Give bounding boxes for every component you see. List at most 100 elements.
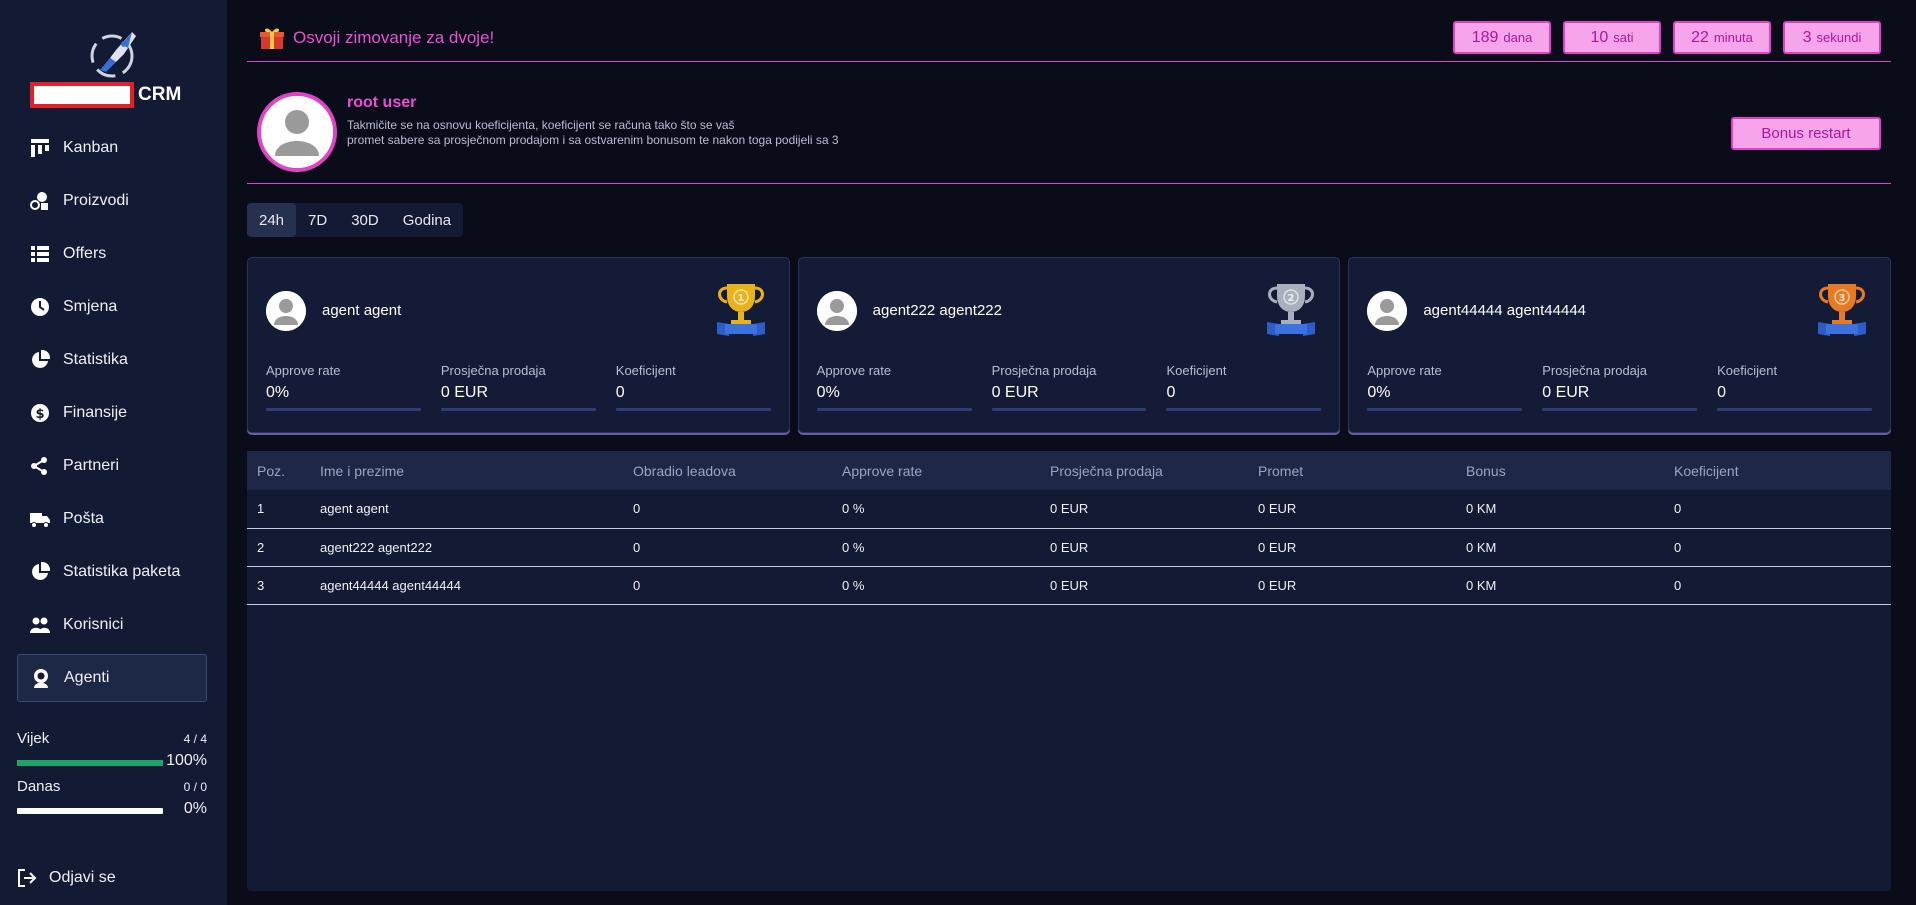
stat-underline [1717,408,1873,411]
sidebar-item-label: Offers [63,245,107,262]
stat-label: Prosječna prodaja [440,363,546,378]
podium-card: agent222 agent222 2 Approve rate 0% Pros… [797,257,1341,433]
table-cell: 0 % [832,528,1040,567]
table-cell: 0 EUR [1040,566,1248,605]
sidebar-item-statistika-paketa[interactable]: Statistika paketa [17,548,207,596]
sidebar-item-finansije[interactable]: $ Finansije [17,389,207,437]
trophy-rank: 2 [1288,293,1295,304]
column-header[interactable]: Koeficijent [1664,451,1891,490]
sidebar-item-statistika[interactable]: Statistika [17,336,207,384]
kanban-icon [29,137,51,159]
user-header: root user Takmičite se na osnovu koefici… [247,62,1891,184]
main-content: Osvoji zimovanje za dvoje! 189 dana 10 sat… [247,0,1892,905]
tab-7d[interactable]: 7D [296,203,339,237]
stat-label: Prosječna prodaja [991,363,1097,378]
progress-percent: 100% [166,752,207,769]
avatar [1367,291,1408,331]
sidebar-item-smjena[interactable]: Smjena [17,283,207,331]
column-header[interactable]: Bonus [1456,451,1664,490]
sidebar-item-label: Statistika paketa [63,563,181,580]
progress-percent: 0% [183,800,207,817]
products-icon [29,190,51,212]
stat-block: Koeficijent 0 [1166,363,1322,411]
table-cell: 0 % [832,490,1040,529]
table-row[interactable]: 2 agent222 agent222 0 0 % 0 EUR 0 EUR 0 KM 0 [247,528,1891,567]
brand-logo[interactable]: CRM [28,28,188,110]
podium-cards: agent agent 1 Approve rate 0% Prosječna … [247,257,1892,433]
sidebar-item-proizvodi[interactable]: Proizvodi [17,177,207,225]
stat-underline [615,408,771,411]
avatar [816,291,857,331]
sidebar-item-label: Agenti [64,669,110,686]
agent-stats: Approve rate 0% Prosječna prodaja 0 EUR … [1367,363,1873,411]
stat-underline [440,408,596,411]
column-header[interactable]: Obradio leadova [623,451,832,490]
table-row[interactable]: 3 agent44444 agent44444 0 0 % 0 EUR 0 EUR 0 KM… [247,566,1891,605]
sidebar-item-partneri[interactable]: Partneri [17,442,207,490]
stat-underline [991,408,1147,411]
stat-label: Approve rate [816,363,892,378]
topbar: Osvoji zimovanje za dvoje! 189 dana 10 sat… [247,0,1891,62]
stat-value: 0 EUR [1542,384,1590,401]
column-header[interactable]: Ime i prezime [310,451,623,490]
table-cell: 0 [1664,490,1891,529]
column-header[interactable]: Approve rate [832,451,1040,490]
stat-value: 0 [1166,384,1176,401]
table-cell: agent agent [310,490,623,529]
column-header[interactable]: Prosječna prodaja [1040,451,1248,490]
user-avatar-icon [266,291,306,331]
sidebar-item-label: Pošta [63,510,104,527]
stat-block: Koeficijent 0 [1717,363,1873,411]
dollar-icon: $ [29,402,51,424]
table-cell: agent222 agent222 [310,528,623,567]
sidebar-item-label: Proizvodi [63,192,129,209]
brand-suffix: CRM [138,84,182,105]
countdown-unit: sekundi [1816,30,1862,45]
sidebar-nav: Kanban Proizvodi Offers Smjena Statistik… [17,124,207,707]
countdown-seconds: 3 sekundi [1783,21,1881,54]
sidebar-item-agenti[interactable]: Agenti [17,654,207,702]
stat-block: Approve rate 0% [266,363,421,411]
countdown-unit: minuta [1713,30,1753,45]
tab-godina[interactable]: Godina [391,203,463,237]
trophy-rank: 1 [737,293,744,304]
countdown-unit: dana [1503,30,1533,45]
stat-label: Approve rate [1367,363,1442,378]
stat-label: Approve rate [266,363,341,378]
trophy-icon: 1 [716,284,765,336]
table-cell: 0 [1664,566,1891,605]
countdown-hours: 10 sati [1563,21,1661,54]
agent-name: agent222 agent222 [872,302,1002,319]
gift-icon [260,28,284,49]
sidebar-item-kanban[interactable]: Kanban [17,124,207,172]
period-tabs: 24h 7D 30D Godina [247,203,464,237]
column-header[interactable]: Promet [1248,451,1456,490]
table-cell: 0 % [832,566,1040,605]
bonus-restart-button[interactable]: Bonus restart [1731,117,1881,150]
sidebar-item-korisnici[interactable]: Korisnici [17,601,207,649]
podium-card: agent agent 1 Approve rate 0% Prosječna … [247,257,790,433]
lifetime-progress: Vijek 4 / 4 100% [17,730,207,769]
stat-value: 0 EUR [991,384,1039,401]
sidebar-item-offers[interactable]: Offers [17,230,207,278]
avatar[interactable] [257,92,337,172]
tab-30d[interactable]: 30D [339,203,391,237]
progress-count: 0 / 0 [183,780,207,794]
table-row[interactable]: 1 agent agent 0 0 % 0 EUR 0 EUR 0 KM 0 [247,490,1891,529]
promo-banner: Osvoji zimovanje za dvoje! [259,26,494,50]
tab-24h[interactable]: 24h [247,203,297,237]
sidebar-item-label: Finansije [63,404,128,421]
partners-icon [29,455,51,477]
progress-title: Vijek [17,730,50,747]
progress-track [17,760,163,766]
column-header[interactable]: Poz. [247,451,310,490]
sidebar-item-posta[interactable]: Pošta [17,495,207,543]
table-header-row: Poz. Ime i prezime Obradio leadova Approve … [247,451,1891,490]
stat-label: Koeficijent [615,363,676,378]
stat-underline [816,408,972,411]
table-cell: 1 [247,490,310,529]
agent-stats: Approve rate 0% Prosječna prodaja 0 EUR … [816,363,1322,411]
promo-text: Osvoji zimovanje za dvoje! [293,28,495,47]
pie-chart-icon [29,561,51,583]
logout-button[interactable]: Odjavi se [17,868,116,888]
